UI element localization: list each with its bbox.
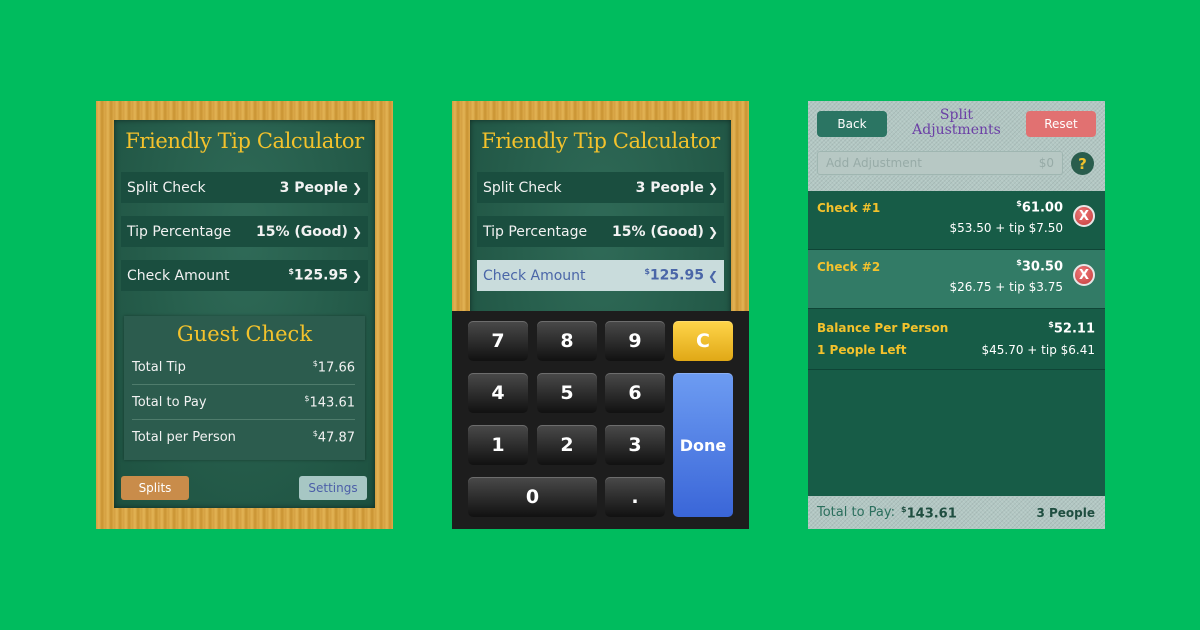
key-1[interactable]: 1 [468, 425, 528, 465]
check-amount: $30.50 [1016, 258, 1063, 274]
tip-calculator-screen: Friendly Tip Calculator Split Check 3 Pe… [96, 101, 393, 529]
people-left-label: 1 People Left [817, 343, 907, 357]
check-name: Check #1 [817, 201, 881, 215]
tip-calculator-keypad-screen: Friendly Tip Calculator Split Check 3 Pe… [452, 101, 749, 529]
tip-percentage-value: 15% (Good) [612, 223, 704, 240]
split-check-row[interactable]: Split Check 3 People ❯ [477, 172, 724, 203]
tip-percentage-row[interactable]: Tip Percentage 15% (Good) ❯ [477, 216, 724, 247]
check-item: Check #2 $30.50 $26.75 + tip $3.75 X [808, 250, 1105, 309]
total-per-person-row: Total per Person $47.87 [132, 420, 355, 454]
key-0[interactable]: 0 [468, 477, 597, 517]
balance-amount-value: 52.11 [1053, 321, 1095, 337]
chevron-down-icon: ❯ [707, 224, 718, 239]
add-adjustment-placeholder: Add Adjustment [826, 156, 922, 170]
chalkboard: Friendly Tip Calculator Split Check 3 Pe… [114, 120, 375, 508]
check-amount-row-active[interactable]: Check Amount $125.95 ❮ [477, 260, 724, 291]
total-per-person-value: 47.87 [317, 430, 355, 446]
total-to-pay-label: Total to Pay [132, 394, 207, 410]
check-amount-label: Check Amount [483, 267, 586, 284]
key-8[interactable]: 8 [537, 321, 597, 361]
reset-button[interactable]: Reset [1026, 111, 1096, 137]
key-4[interactable]: 4 [468, 373, 528, 413]
remove-check-icon[interactable]: X [1073, 205, 1095, 227]
footer-bar: Total to Pay: $143.61 3 People [808, 496, 1105, 529]
chevron-down-icon: ❯ [351, 224, 362, 239]
app-title: Friendly Tip Calculator [125, 129, 364, 153]
key-5[interactable]: 5 [537, 373, 597, 413]
add-adjustment-suffix: $0 [1038, 156, 1054, 170]
key-2[interactable]: 2 [537, 425, 597, 465]
done-key[interactable]: Done [673, 373, 733, 517]
key-6[interactable]: 6 [605, 373, 665, 413]
total-per-person-label: Total per Person [132, 429, 236, 445]
numeric-keypad: 7 8 9 C 4 5 6 Done 1 2 3 0 . [452, 311, 749, 529]
check-amount-value: 125.95 [293, 267, 348, 284]
check-amount-value: 125.95 [649, 267, 704, 284]
splits-button[interactable]: Splits [121, 476, 189, 500]
settings-button[interactable]: Settings [299, 476, 367, 500]
balance-breakdown: $45.70 + tip $6.41 [981, 343, 1096, 357]
split-check-value: 3 People [279, 179, 348, 196]
check-amount-row[interactable]: Check Amount $125.95 ❯ [121, 260, 368, 291]
tip-percentage-value: 15% (Good) [256, 223, 348, 240]
key-decimal[interactable]: . [605, 477, 665, 517]
key-7[interactable]: 7 [468, 321, 528, 361]
footer-total-label: Total to Pay: [817, 505, 896, 520]
check-item: Check #1 $61.00 $53.50 + tip $7.50 X [808, 191, 1105, 250]
split-check-label: Split Check [127, 179, 206, 196]
back-button[interactable]: Back [817, 111, 887, 137]
total-tip-label: Total Tip [132, 359, 186, 375]
total-to-pay-value: 143.61 [309, 395, 356, 411]
total-tip-value: 17.66 [317, 360, 355, 376]
split-check-value: 3 People [635, 179, 704, 196]
app-title: Friendly Tip Calculator [481, 129, 720, 153]
page-title-line1: Split [939, 107, 974, 123]
check-amount-value: 61.00 [1021, 200, 1063, 216]
chevron-down-icon: ❯ [707, 180, 718, 195]
clear-key[interactable]: C [673, 321, 733, 361]
add-adjustment-input[interactable]: Add Adjustment $0 [817, 151, 1063, 175]
footer-total: Total to Pay: $143.61 [817, 505, 957, 521]
check-amount-label: Check Amount [127, 267, 230, 284]
check-amount-value: 30.50 [1021, 259, 1063, 275]
check-name: Check #2 [817, 260, 881, 274]
split-check-row[interactable]: Split Check 3 People ❯ [121, 172, 368, 203]
balance-per-person-row: Balance Per Person 1 People Left $52.11 … [808, 309, 1105, 370]
balance-label: Balance Per Person [817, 321, 949, 335]
chevron-down-icon: ❯ [351, 268, 362, 283]
check-breakdown: $26.75 + tip $3.75 [949, 280, 1064, 294]
key-3[interactable]: 3 [605, 425, 665, 465]
tip-percentage-label: Tip Percentage [483, 223, 588, 240]
chevron-up-icon: ❮ [707, 268, 718, 283]
chevron-down-icon: ❯ [351, 180, 362, 195]
footer-total-value: 143.61 [906, 506, 957, 522]
help-icon[interactable]: ? [1071, 152, 1094, 175]
total-tip-row: Total Tip $17.66 [132, 350, 355, 385]
remove-check-icon[interactable]: X [1073, 264, 1095, 286]
key-9[interactable]: 9 [605, 321, 665, 361]
split-adjustments-screen: Back Split Adjustments Reset Add Adjustm… [808, 101, 1105, 529]
split-check-label: Split Check [483, 179, 562, 196]
tip-percentage-label: Tip Percentage [127, 223, 232, 240]
guest-check-card: Guest Check Total Tip $17.66 Total to Pa… [124, 316, 365, 460]
check-breakdown: $53.50 + tip $7.50 [949, 221, 1064, 235]
footer-people: 3 People [1036, 506, 1095, 520]
guest-check-title: Guest Check [176, 322, 313, 346]
tip-percentage-row[interactable]: Tip Percentage 15% (Good) ❯ [121, 216, 368, 247]
balance-amount: $52.11 [1048, 320, 1095, 336]
total-to-pay-row: Total to Pay $143.61 [132, 385, 355, 420]
page-title-line2: Adjustments [912, 122, 1001, 138]
check-amount: $61.00 [1016, 199, 1063, 215]
